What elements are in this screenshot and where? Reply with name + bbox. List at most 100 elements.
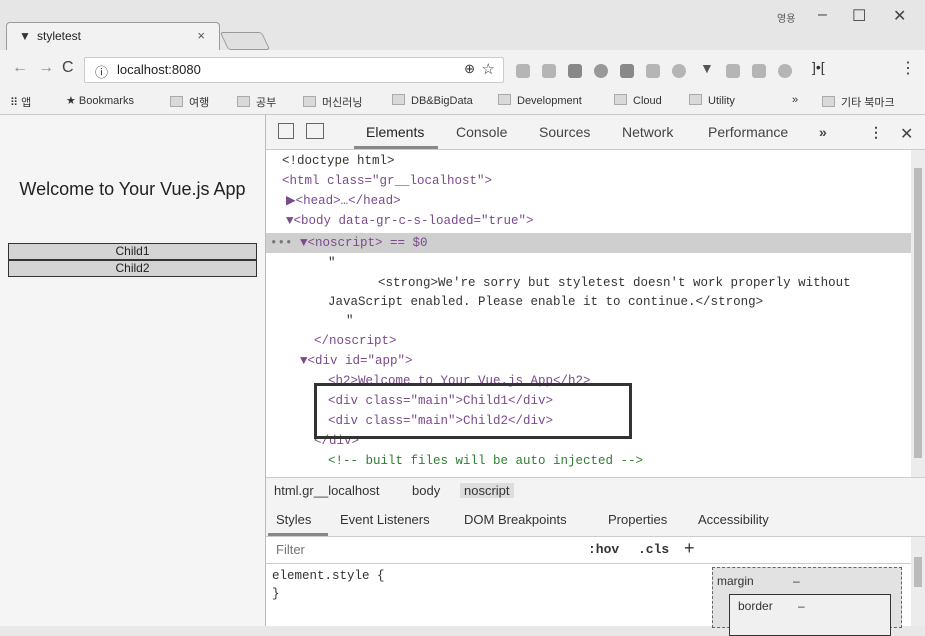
device-toolbar-icon[interactable] [306,123,324,139]
browser-tab[interactable]: ▼ styletest × [6,22,220,51]
folder-icon [170,96,183,107]
box-border-value[interactable]: – [798,599,805,613]
bookmark-folder[interactable]: 머신러닝 [303,94,362,110]
active-tab-indicator [354,146,438,149]
reload-icon[interactable]: C [62,59,74,77]
new-style-rule-button[interactable]: + [684,538,695,559]
bookmark-folder[interactable]: DB&BigData [392,94,473,107]
bookmark-other[interactable]: 기타 북마크 [822,94,895,110]
bookmarks-bar: ⠿ 앱 ★ Bookmarks 여행 공부 머신러닝 DB&BigData De… [0,88,925,115]
back-icon[interactable]: ← [12,59,28,77]
vue-devtools-icon[interactable]: ▼ [700,60,714,76]
crumb-noscript[interactable]: noscript [460,483,514,498]
crumb-body[interactable]: body [412,483,440,498]
tab-performance[interactable]: Performance [708,124,788,140]
styles-subtab-bar: Styles Event Listeners DOM Breakpoints P… [266,504,925,537]
dom-line-selected[interactable]: ▼<noscript> == $0 [300,234,428,252]
extension-icon[interactable] [646,64,660,78]
subtab-styles[interactable]: Styles [276,512,311,527]
subtab-properties[interactable]: Properties [608,512,667,527]
dom-line[interactable]: <!doctype html> [282,152,395,170]
extension-icon[interactable] [726,64,740,78]
crumb-html[interactable]: html.gr__localhost [274,483,380,498]
annotation-highlight-box [314,383,632,439]
styles-filter-input[interactable]: Filter [276,542,305,557]
subtab-event-listeners[interactable]: Event Listeners [340,512,430,527]
dom-line[interactable]: ▼<body data-gr-c-s-loaded="true"> [286,212,534,230]
bookmark-apps[interactable]: ⠿ 앱 [10,94,31,110]
folder-icon [689,94,702,105]
row-ellipsis-icon[interactable]: ••• [270,234,293,252]
folder-icon [498,94,511,105]
dom-line-comment[interactable]: <!-- built files will be auto injected -… [328,452,643,470]
devtools-menu-icon[interactable]: ⋮ [869,124,883,141]
extension-icon[interactable]: ]•[ [812,59,825,75]
extension-icon[interactable] [568,64,582,78]
devtools-tab-bar: Elements Console Sources Network Perform… [266,115,925,150]
tab-elements[interactable]: Elements [366,124,424,140]
dom-breadcrumb: html.gr__localhost body noscript [266,477,925,505]
dom-line[interactable]: </noscript> [314,332,397,350]
child1-box: Child1 [8,243,257,260]
element-style-rule[interactable]: element.style { } [272,567,385,603]
extension-icon[interactable] [752,64,766,78]
bookmark-folder[interactable]: 공부 [237,94,276,110]
maximize-icon[interactable]: ☐ [852,6,866,26]
elements-scrollbar[interactable] [911,150,925,483]
subtab-accessibility[interactable]: Accessibility [698,512,769,527]
box-margin-label: margin [717,574,754,588]
dom-line[interactable]: <strong>We're sorry but styletest doesn'… [378,274,851,292]
extension-icon[interactable] [542,64,556,78]
box-margin-value[interactable]: – [793,574,800,588]
scrollbar-thumb[interactable] [914,557,922,587]
tab-close-icon[interactable]: × [197,28,205,43]
bookmark-folder[interactable]: Cloud [614,94,662,107]
folder-icon [822,96,835,107]
close-window-icon[interactable]: ✕ [893,6,906,26]
tab-console[interactable]: Console [456,124,507,140]
class-toggle[interactable]: .cls [638,542,669,557]
tab-network[interactable]: Network [622,124,673,140]
new-tab-button[interactable] [219,32,271,50]
styles-scrollbar[interactable] [911,537,925,626]
active-subtab-indicator [268,533,328,536]
bookmark-star-icon[interactable]: ☆ [482,60,495,78]
subtab-dom-breakpoints[interactable]: DOM Breakpoints [464,512,567,527]
extension-icon[interactable] [778,64,792,78]
dom-line[interactable]: " [346,312,354,330]
dom-line[interactable]: JavaScript enabled. Please enable it to … [328,293,763,311]
bookmarks-overflow-button[interactable]: » [792,94,798,106]
star-icon: ★ [66,95,79,107]
site-info-icon[interactable]: ⓘ [95,62,108,81]
forward-icon[interactable]: → [38,59,54,77]
bookmark-folder[interactable]: Development [498,94,582,107]
dom-line[interactable]: ▼<div id="app"> [300,352,413,370]
hover-state-toggle[interactable]: :hov [588,542,619,557]
box-border-label: border [738,599,773,613]
inspect-element-icon[interactable] [278,123,294,139]
extension-icon[interactable] [516,64,530,78]
extension-icon[interactable] [672,64,686,78]
scrollbar-thumb[interactable] [914,168,922,458]
apps-icon: ⠿ [10,97,22,109]
zoom-icon[interactable]: ⊕ [464,61,475,77]
minimize-icon[interactable]: – [818,6,827,24]
bookmark-bookmarks[interactable]: ★ Bookmarks [66,94,134,107]
close-devtools-icon[interactable]: ✕ [900,124,913,144]
dom-line[interactable]: " [328,254,336,272]
url-text[interactable]: localhost:8080 [117,62,201,77]
menu-kebab-icon[interactable]: ⋮ [900,58,916,78]
tab-title: styletest [37,29,82,43]
bookmark-folder[interactable]: Utility [689,94,735,107]
extension-icon[interactable] [594,64,608,78]
bookmark-folder[interactable]: 여행 [170,94,209,110]
profile-label[interactable]: 영용 [777,10,795,25]
address-bar[interactable]: ⓘ localhost:8080 ⊕ ☆ [84,57,504,83]
dom-line[interactable]: ▶<head>…</head> [286,192,401,210]
more-tabs-button[interactable]: » [819,124,827,140]
tab-sources[interactable]: Sources [539,124,590,140]
folder-icon [303,96,316,107]
dom-line[interactable]: <html class="gr__localhost"> [282,172,492,190]
extension-icon[interactable] [620,64,634,78]
folder-icon [392,94,405,105]
